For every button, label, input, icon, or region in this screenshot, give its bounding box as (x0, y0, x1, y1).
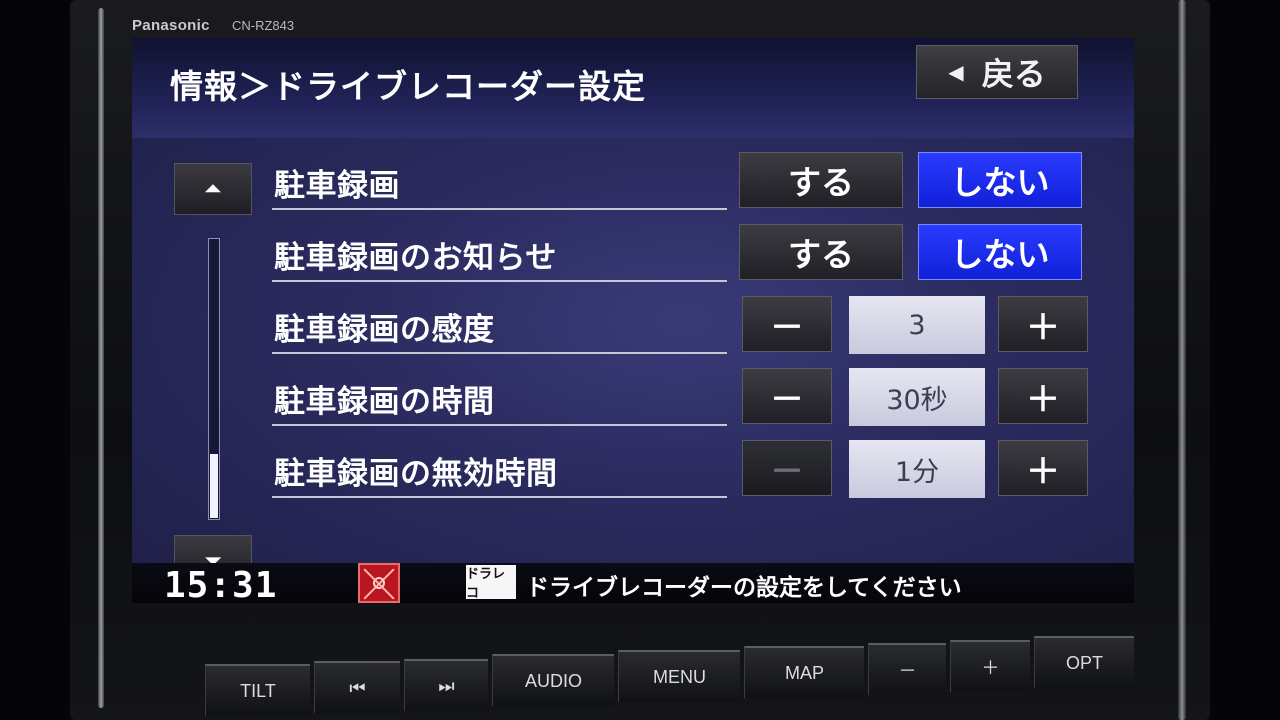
bezel-edge-left (98, 8, 104, 708)
decrement-button[interactable]: － (742, 296, 832, 352)
setting-label: 駐車録画の無効時間 (274, 456, 558, 492)
recording-disabled-icon (358, 563, 400, 603)
model-label: CN-RZ843 (232, 18, 295, 33)
setting-row-parking-notice: 駐車録画のお知らせ する しない (272, 220, 1132, 290)
hw-button-next[interactable]: ⏭ (404, 659, 488, 711)
decrement-button[interactable]: － (742, 440, 832, 496)
clock: 15:31 (164, 565, 278, 603)
option-off-button[interactable]: しない (918, 224, 1082, 280)
scroll-top-icon: ⏶ (204, 176, 222, 202)
hw-button-prev[interactable]: ⏮ (314, 661, 400, 713)
setting-row-parking-recording: 駐車録画 する しない (272, 148, 1132, 218)
setting-label: 駐車録画のお知らせ (274, 240, 557, 276)
row-divider (272, 208, 727, 210)
status-bar: 15:31 ドラレコ ドライブレコーダーの設定をしてください (132, 563, 1134, 603)
option-on-button[interactable]: する (739, 224, 903, 280)
back-button-label: 戻る (981, 55, 1046, 93)
increment-button[interactable]: ＋ (998, 440, 1088, 496)
value-display: 1分 (849, 440, 985, 498)
scroll-top-button[interactable]: ⏶ (174, 163, 252, 215)
increment-button[interactable]: ＋ (998, 368, 1088, 424)
row-divider (272, 352, 727, 354)
value-display: 3 (849, 296, 985, 354)
bezel-edge-right (1178, 0, 1186, 720)
hw-button-volume-down[interactable]: － (868, 643, 946, 695)
hw-button-opt[interactable]: OPT (1034, 636, 1134, 688)
setting-label: 駐車録画 (274, 168, 400, 204)
page-title: 情報＞ドライブレコーダー設定 (170, 67, 646, 106)
hw-button-audio[interactable]: AUDIO (492, 654, 614, 706)
setting-label: 駐車録画の時間 (274, 384, 495, 420)
hw-button-volume-up[interactable]: ＋ (950, 640, 1030, 692)
setting-row-parking-sensitivity: 駐車録画の感度 － 3 ＋ (272, 292, 1132, 362)
back-arrow-icon: ◀ (948, 60, 964, 84)
setting-row-parking-disable-time: 駐車録画の無効時間 － 1分 ＋ (272, 436, 1132, 506)
option-on-button[interactable]: する (739, 152, 903, 208)
scrollbar-track[interactable] (208, 238, 220, 520)
hw-button-map[interactable]: MAP (744, 646, 864, 698)
hw-button-menu[interactable]: MENU (618, 650, 740, 702)
brand-logo: Panasonic (132, 17, 210, 34)
dashcam-icon: ドラレコ (466, 565, 516, 601)
setting-label: 駐車録画の感度 (274, 312, 495, 348)
option-off-button[interactable]: しない (918, 152, 1082, 208)
row-divider (272, 424, 727, 426)
hw-button-tilt[interactable]: TILT (205, 664, 310, 716)
setting-row-parking-duration: 駐車録画の時間 － 30秒 ＋ (272, 364, 1132, 434)
decrement-button[interactable]: － (742, 368, 832, 424)
value-display: 30秒 (849, 368, 985, 426)
title-bar: 情報＞ドライブレコーダー設定 ◀ 戻る (132, 38, 1134, 138)
row-divider (272, 496, 727, 498)
back-button[interactable]: ◀ 戻る (916, 45, 1078, 99)
status-message: ドライブレコーダーの設定をしてください (526, 575, 962, 601)
record-dot-icon (373, 577, 385, 589)
screen: 情報＞ドライブレコーダー設定 ◀ 戻る ⏶ ⏷ 駐車録画 する しない 駐車録画… (132, 38, 1134, 603)
scrollbar-thumb[interactable] (210, 454, 218, 518)
increment-button[interactable]: ＋ (998, 296, 1088, 352)
row-divider (272, 280, 727, 282)
